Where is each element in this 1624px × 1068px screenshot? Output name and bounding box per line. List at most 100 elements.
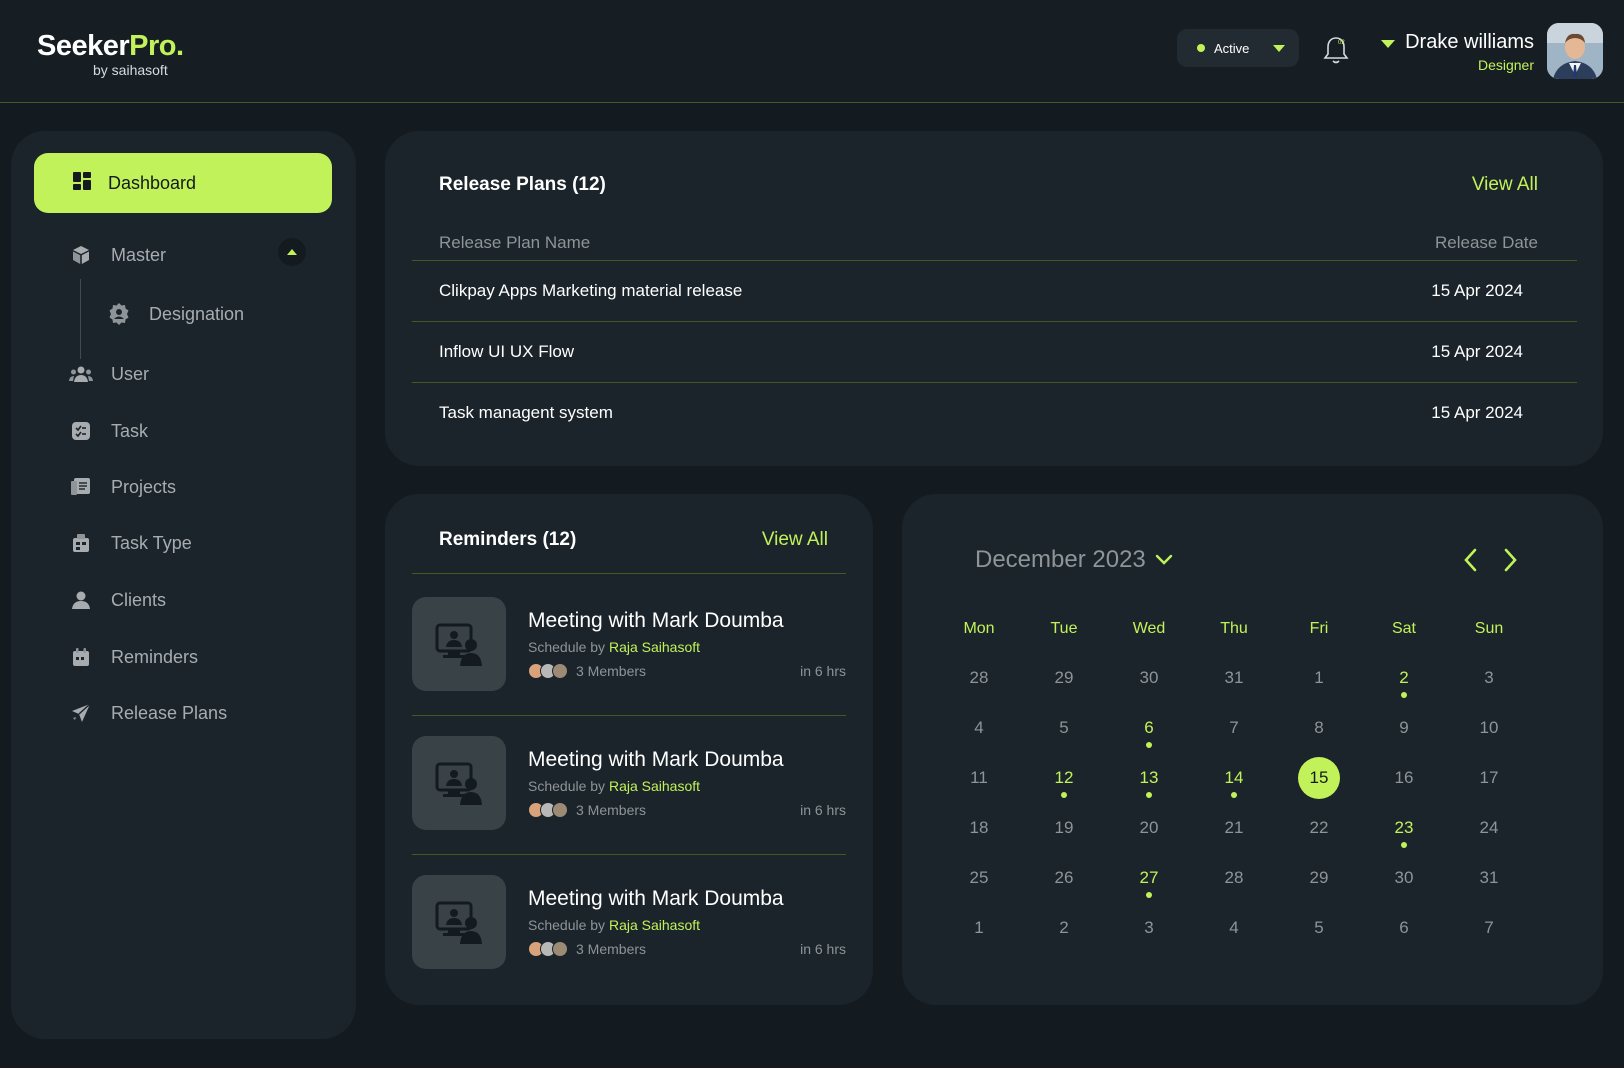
calendar-day[interactable]: 12: [1034, 758, 1094, 798]
calendar-day[interactable]: 2: [1374, 658, 1434, 698]
release-plans-view-all-link[interactable]: View All: [1472, 174, 1538, 196]
calendar-day[interactable]: 4: [949, 708, 1009, 748]
sidebar-item-label: Release Plans: [111, 702, 228, 723]
sidebar-item-user[interactable]: User: [69, 359, 149, 389]
calendar-day[interactable]: 4: [1204, 908, 1264, 948]
collapse-toggle-button[interactable]: [278, 238, 306, 266]
calendar-day[interactable]: 28: [1204, 858, 1264, 898]
month-selector[interactable]: December 2023: [975, 546, 1174, 574]
status-dropdown[interactable]: Active: [1177, 29, 1299, 67]
scheduler-name[interactable]: Raja Saihasoft: [609, 639, 700, 655]
calendar-card: December 2023 Mon Tue Wed Thu Fri Sat Sun 28 29 3…: [902, 494, 1603, 1005]
sidebar-item-task[interactable]: Task: [69, 416, 148, 446]
calendar-day[interactable]: 31: [1204, 658, 1264, 698]
meeting-icon: [412, 736, 506, 830]
calendar-day[interactable]: 6: [1119, 708, 1179, 748]
calendar-day[interactable]: 13: [1119, 758, 1179, 798]
sidebar: Dashboard Master Designation User Task P…: [11, 131, 356, 1039]
user-name[interactable]: Drake williams: [1405, 31, 1534, 54]
sidebar-item-projects[interactable]: Projects: [69, 472, 176, 502]
calendar-day[interactable]: 17: [1459, 758, 1519, 798]
calendar-day[interactable]: 30: [1374, 858, 1434, 898]
calendar-day[interactable]: 28: [949, 658, 1009, 698]
calendar-day[interactable]: 7: [1459, 908, 1519, 948]
divider: [412, 715, 846, 716]
status-label: Active: [1214, 40, 1250, 56]
event-dot-icon: [1401, 692, 1407, 698]
calendar-day[interactable]: 11: [949, 758, 1009, 798]
sidebar-item-designation[interactable]: Designation: [107, 299, 244, 329]
sidebar-item-dashboard[interactable]: Dashboard: [34, 153, 332, 213]
reminder-title: Meeting with Mark Doumba: [528, 748, 784, 771]
calendar-day[interactable]: 8: [1289, 708, 1349, 748]
reminders-view-all-link[interactable]: View All: [762, 529, 828, 551]
column-header-date[interactable]: Release Date: [1435, 233, 1538, 253]
divider: [412, 854, 846, 855]
calendar-day[interactable]: 9: [1374, 708, 1434, 748]
member-avatars: 3 Members: [528, 941, 646, 957]
calendar-day[interactable]: 7: [1204, 708, 1264, 748]
calendar-day[interactable]: 30: [1119, 658, 1179, 698]
rocket-icon: [69, 701, 93, 725]
calendar-day[interactable]: 14: [1204, 758, 1264, 798]
calendar-day[interactable]: 31: [1459, 858, 1519, 898]
calendar-day[interactable]: 19: [1034, 808, 1094, 848]
calendar-day[interactable]: 3: [1459, 658, 1519, 698]
sidebar-item-clients[interactable]: Clients: [69, 585, 166, 615]
list-item[interactable]: Meeting with Mark Doumba Schedule by Raja…: [412, 736, 846, 830]
calendar-day[interactable]: 29: [1289, 858, 1349, 898]
calendar-day[interactable]: 20: [1119, 808, 1179, 848]
event-dot-icon: [1146, 742, 1152, 748]
sidebar-item-task-type[interactable]: Task Type: [69, 528, 192, 558]
sidebar-item-label: Task: [111, 420, 149, 441]
logo-wordmark: SeekerPro.: [37, 30, 184, 62]
calendar-day[interactable]: 24: [1459, 808, 1519, 848]
reminder-schedule: Schedule by Raja Saihasoft: [528, 917, 701, 933]
calendar-day[interactable]: 5: [1034, 708, 1094, 748]
sidebar-item-label: Task Type: [111, 532, 192, 553]
list-item[interactable]: Meeting with Mark Doumba Schedule by Raja…: [412, 597, 846, 691]
sidebar-item-master[interactable]: Master: [69, 240, 166, 270]
scheduler-name[interactable]: Raja Saihasoft: [609, 778, 700, 794]
calendar-day[interactable]: 1: [949, 908, 1009, 948]
calendar-day[interactable]: 26: [1034, 858, 1094, 898]
users-icon: [69, 362, 93, 386]
calendar-day[interactable]: 16: [1374, 758, 1434, 798]
logo[interactable]: SeekerPro. by saihasoft: [37, 30, 184, 78]
calendar-day[interactable]: 21: [1204, 808, 1264, 848]
user-menu-chevron-icon[interactable]: [1381, 40, 1395, 48]
next-month-icon[interactable]: [1498, 546, 1522, 574]
avatar[interactable]: [1547, 23, 1603, 79]
calendar-day[interactable]: 6: [1374, 908, 1434, 948]
sidebar-item-label: Designation: [149, 303, 245, 324]
calendar-day[interactable]: 2: [1034, 908, 1094, 948]
calendar-day[interactable]: 10: [1459, 708, 1519, 748]
release-plan-name: Clikpay Apps Marketing material release: [439, 281, 743, 300]
event-dot-icon: [1401, 842, 1407, 848]
divider: [412, 260, 1577, 261]
previous-month-icon[interactable]: [1459, 546, 1483, 574]
calendar-day[interactable]: 1: [1289, 658, 1349, 698]
reminder-icon: [69, 645, 93, 669]
release-plans-title: Release Plans (12): [439, 174, 606, 195]
calendar-day-today[interactable]: 15: [1289, 757, 1349, 799]
list-item[interactable]: Meeting with Mark Doumba Schedule by Raja…: [412, 875, 846, 969]
calendar-day[interactable]: 25: [949, 858, 1009, 898]
calendar-day[interactable]: 29: [1034, 658, 1094, 698]
weekday-label: Wed: [1132, 620, 1166, 637]
calendar-day[interactable]: 3: [1119, 908, 1179, 948]
event-dot-icon: [1146, 792, 1152, 798]
divider: [412, 321, 1577, 322]
calendar-day[interactable]: 22: [1289, 808, 1349, 848]
calendar-day[interactable]: 27: [1119, 858, 1179, 898]
scheduler-name[interactable]: Raja Saihasoft: [609, 917, 700, 933]
calendar-day[interactable]: 18: [949, 808, 1009, 848]
calendar-day[interactable]: 5: [1289, 908, 1349, 948]
calendar-day[interactable]: 23: [1374, 808, 1434, 848]
member-avatars: 3 Members: [528, 802, 646, 818]
column-header-name[interactable]: Release Plan Name: [439, 233, 590, 253]
notification-bell-icon[interactable]: 02: [1322, 34, 1350, 66]
weekday-label: Thu: [1220, 620, 1248, 637]
sidebar-item-reminders[interactable]: Reminders: [69, 642, 198, 672]
sidebar-item-release-plans[interactable]: Release Plans: [69, 698, 227, 728]
